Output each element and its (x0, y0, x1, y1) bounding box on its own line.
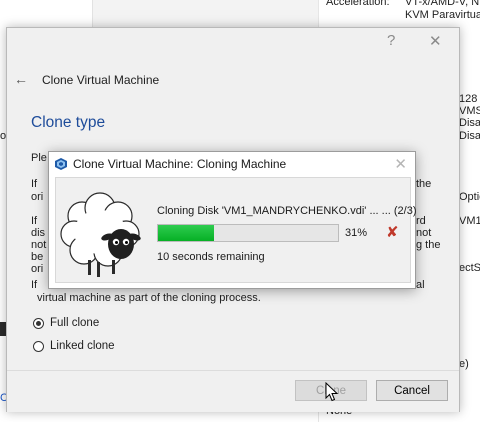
full-clone-option[interactable]: Full clone (33, 317, 99, 329)
detail-value: VT-x/AMD-V, N (405, 0, 480, 8)
detail-value: Disab (459, 130, 480, 142)
detail-value: 128 M (459, 93, 480, 105)
detail-value: VM1_ (459, 215, 480, 227)
full-clone-label: Full clone (50, 317, 100, 329)
close-button[interactable]: ✕ (429, 32, 442, 50)
description-text: rd (416, 215, 426, 227)
description-text: ori (31, 191, 44, 203)
description-text: Ple (31, 152, 47, 164)
description-text: the (416, 178, 432, 190)
description-text: g the (416, 239, 441, 251)
description-text: If (31, 279, 38, 291)
sheep-icon (60, 192, 141, 277)
time-remaining: 10 seconds remaining (157, 251, 265, 263)
detail-value: ectSo (459, 262, 480, 274)
radio-button[interactable] (33, 317, 44, 329)
progress-title: Clone Virtual Machine: Cloning Machine (73, 157, 287, 171)
description-text: virtual machine as part of the cloning p… (37, 292, 261, 304)
help-button[interactable]: ? (387, 32, 395, 49)
linked-clone-label: Linked clone (50, 340, 115, 352)
operation-description: Cloning Disk 'VM1_MANDRYCHENKO.vdi' ... … (157, 205, 417, 217)
detail-value: e) (459, 358, 469, 370)
detail-value: VMSV (459, 105, 480, 117)
back-arrow-icon[interactable]: ← (14, 71, 28, 87)
description-text: ori (31, 263, 44, 275)
cancel-button[interactable]: Cancel (376, 380, 448, 401)
description-text: al (416, 279, 425, 291)
page-heading: Clone type (31, 114, 106, 131)
detail-value: KVM Paravirtual (405, 9, 480, 21)
progress-percent: 31% (345, 227, 368, 239)
detail-label: Acceleration: (326, 0, 390, 8)
progress-bar-fill (158, 225, 214, 241)
progress-bar (157, 224, 339, 242)
description-text: If (31, 178, 38, 190)
detail-value: Optic (459, 191, 480, 203)
virtualbox-icon (55, 158, 67, 170)
radio-button[interactable] (33, 340, 44, 352)
wizard-title: Clone Virtual Machine (42, 73, 160, 87)
linked-clone-option[interactable]: Linked clone (33, 340, 115, 352)
description-text: not (416, 227, 432, 239)
cloning-progress-dialog: Clone Virtual Machine: Cloning Machine ✕ (48, 151, 417, 289)
description-text: If (31, 215, 38, 227)
background-toolbar (92, 0, 319, 28)
description-text: dis (31, 227, 46, 239)
detail-value: Disab (459, 117, 480, 129)
progress-titlebar: Clone Virtual Machine: Cloning Machine ✕ (49, 152, 415, 176)
cancel-operation-icon[interactable]: ✘ (386, 223, 399, 241)
close-icon[interactable]: ✕ (394, 155, 407, 173)
description-text: not (31, 239, 47, 251)
progress-body: Cloning Disk 'VM1_MANDRYCHENKO.vdi' ... … (55, 177, 417, 283)
mouse-cursor-icon (325, 382, 338, 402)
description-text: be (31, 251, 44, 263)
wizard-footer: Clone Cancel (7, 370, 459, 412)
